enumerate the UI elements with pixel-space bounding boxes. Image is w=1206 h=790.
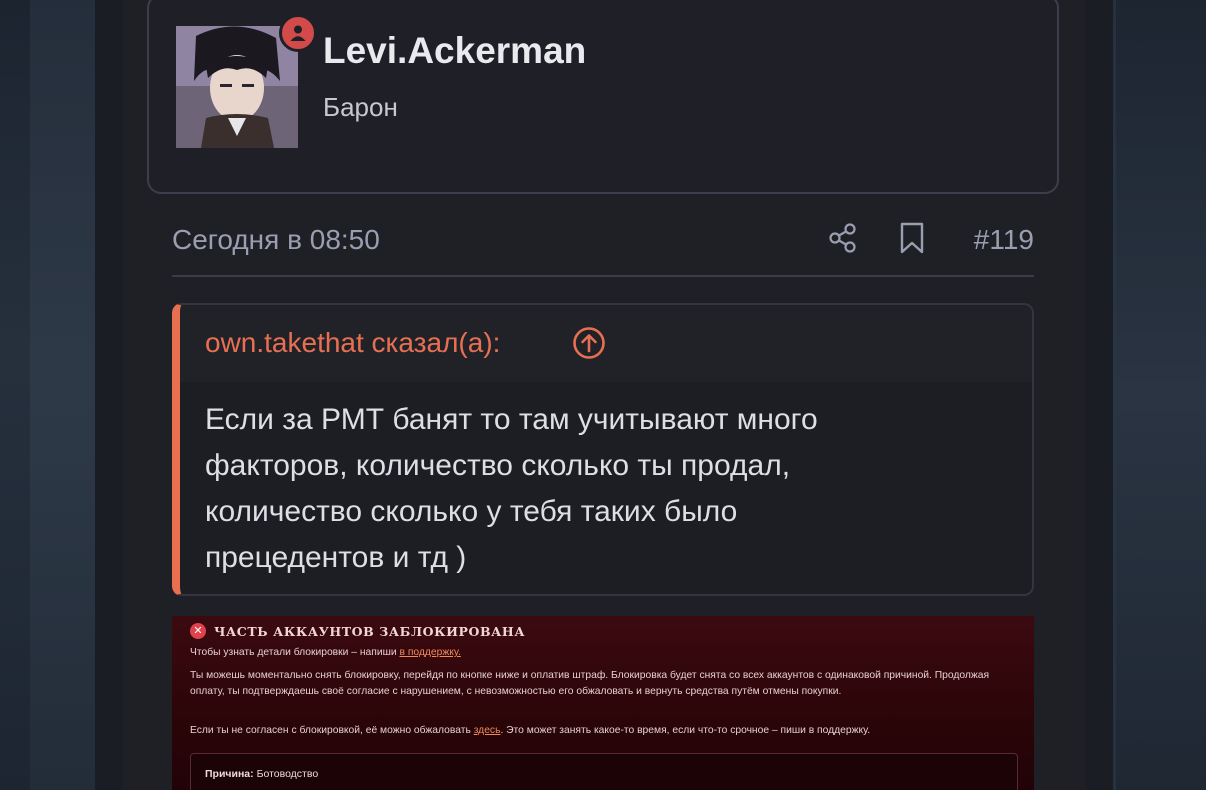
bookmark-icon[interactable] <box>899 222 925 254</box>
post-number-link[interactable]: #119 <box>974 224 1034 256</box>
post-meta: Сегодня в 08:50 #119 <box>172 218 1034 262</box>
post-container: Levi.Ackerman Барон Сегодня в 08:50 #119… <box>122 0 1086 790</box>
ban-reason: Причина: Ботоводство <box>205 768 318 780</box>
page: Levi.Ackerman Барон Сегодня в 08:50 #119… <box>0 0 1206 790</box>
attached-screenshot[interactable]: ✕ ЧАСТЬ АККАУНТОВ ЗАБЛОКИРОВАНА Чтобы уз… <box>172 616 1034 790</box>
post-date[interactable]: Сегодня в 08:50 <box>172 224 380 256</box>
user-rank-title: Барон <box>323 92 398 122</box>
column-gutter-right <box>1086 0 1113 790</box>
support-link[interactable]: в поддержку. <box>399 647 460 658</box>
quote-block: own.takethat сказал(а): Если за РМТ баня… <box>172 303 1034 596</box>
reason-label: Причина: <box>205 768 254 780</box>
quote-author[interactable]: own.takethat сказал(а): <box>205 327 500 359</box>
user-card: Levi.Ackerman Барон <box>147 0 1059 194</box>
divider <box>172 275 1034 277</box>
quote-line: факторов, количество сколько ты продал, <box>205 449 791 482</box>
close-circle-icon: ✕ <box>190 623 206 639</box>
ban-notice-heading: ЧАСТЬ АККАУНТОВ ЗАБЛОКИРОВАНА <box>214 623 526 639</box>
ban-reason-box: Причина: Ботоводство <box>190 753 1018 790</box>
arrow-up-circle-icon[interactable] <box>572 326 606 360</box>
quote-line: Если за РМТ банят то там учитывают много <box>205 403 818 436</box>
person-icon <box>279 14 317 52</box>
appeal-text-after: . Это может занять какое-то время, если … <box>500 725 871 736</box>
reason-value: Ботоводство <box>253 768 319 780</box>
ban-notice-appeal-line: Если ты не согласен с блокировкой, её мо… <box>190 723 1020 739</box>
quote-line: прецедентов и тд ) <box>205 541 467 574</box>
ban-notice-title: ✕ ЧАСТЬ АККАУНТОВ ЗАБЛОКИРОВАНА <box>190 623 525 639</box>
column-gutter-left <box>95 0 122 790</box>
ban-notice-support-line: Чтобы узнать детали блокировки – напиши … <box>190 645 1020 661</box>
username[interactable]: Levi.Ackerman <box>323 30 586 72</box>
quote-text: Если за РМТ банят то там учитывают много… <box>205 397 1005 581</box>
avatar[interactable] <box>176 26 298 148</box>
quote-header: own.takethat сказал(а): <box>180 305 1032 382</box>
appeal-text-before: Если ты не согласен с блокировкой, её мо… <box>190 725 474 736</box>
quote-line: количество сколько у тебя таких было <box>205 495 738 528</box>
appeal-link[interactable]: здесь <box>474 725 501 736</box>
support-text: Чтобы узнать детали блокировки – напиши <box>190 647 400 658</box>
background-left-pattern <box>30 0 95 790</box>
ban-notice-payment-text: Ты можешь моментально снять блокировку, … <box>190 670 990 697</box>
share-icon[interactable] <box>828 222 858 254</box>
